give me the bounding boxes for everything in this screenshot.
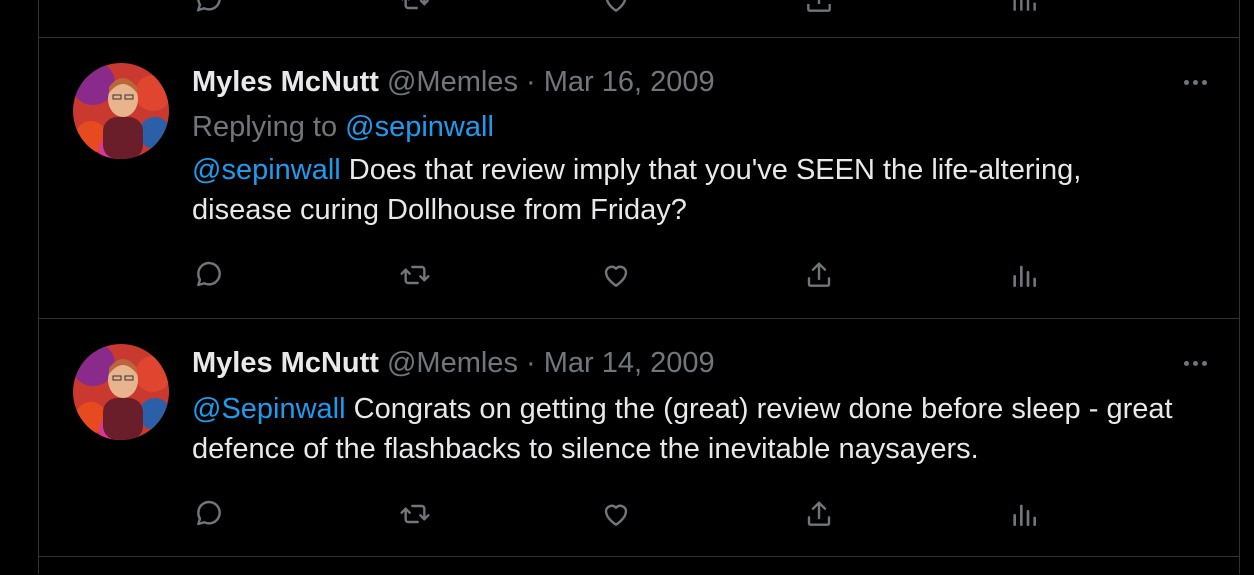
tweet-header: Myles McNutt @Memles · Mar 14, 2009 bbox=[192, 345, 715, 381]
more-icon[interactable] bbox=[1175, 348, 1215, 378]
share-icon[interactable] bbox=[799, 494, 839, 534]
display-name[interactable]: Myles McNutt bbox=[192, 66, 379, 98]
separator: · bbox=[526, 66, 536, 98]
separator: · bbox=[526, 347, 536, 379]
analytics-icon[interactable] bbox=[1004, 255, 1044, 295]
tweet-header: Myles McNutt @Memles · Mar 16, 2009 bbox=[192, 64, 715, 100]
tweet-date[interactable]: Mar 16, 2009 bbox=[544, 66, 715, 98]
analytics-icon[interactable] bbox=[1004, 0, 1044, 20]
tweet-actions bbox=[189, 255, 1089, 295]
timeline: Myles McNutt @Memles · Mar 16, 2009 Repl… bbox=[38, 0, 1240, 574]
handle[interactable]: @Memles bbox=[387, 347, 518, 379]
tweet-text: @sepinwall Does that review imply that y… bbox=[192, 150, 1222, 230]
tweet-text-line: defence of the flashbacks to silence the… bbox=[192, 433, 979, 465]
replying-to-label: Replying to bbox=[192, 111, 338, 143]
mention-link[interactable]: @sepinwall bbox=[192, 154, 341, 186]
heart-icon[interactable] bbox=[596, 494, 636, 534]
tweet-text-line: Congrats on getting the (great) review d… bbox=[345, 393, 1173, 425]
display-name[interactable]: Myles McNutt bbox=[192, 347, 379, 379]
replying-to: Replying to @sepinwall bbox=[192, 109, 494, 145]
tweet-date[interactable]: Mar 14, 2009 bbox=[544, 347, 715, 379]
tweet[interactable]: Myles McNutt @Memles · Mar 14, 2009 @Sep… bbox=[39, 318, 1239, 557]
reply-icon[interactable] bbox=[189, 0, 229, 20]
share-icon[interactable] bbox=[799, 255, 839, 295]
next-tweet bbox=[39, 556, 1239, 575]
replying-to-link[interactable]: @sepinwall bbox=[345, 111, 494, 143]
analytics-icon[interactable] bbox=[1004, 494, 1044, 534]
tweet-text-line: Does that review imply that you've SEEN … bbox=[340, 154, 1082, 186]
reply-icon[interactable] bbox=[189, 494, 229, 534]
tweet-text: @Sepinwall Congrats on getting the (grea… bbox=[192, 389, 1222, 469]
retweet-icon[interactable] bbox=[395, 255, 435, 295]
mention-link[interactable]: @Sepinwall bbox=[192, 393, 346, 425]
retweet-icon[interactable] bbox=[395, 494, 435, 534]
tweet-actions bbox=[189, 494, 1089, 534]
previous-tweet-actions bbox=[39, 0, 1239, 20]
avatar[interactable] bbox=[73, 63, 169, 159]
tweet-text-line: disease curing Dollhouse from Friday? bbox=[192, 194, 687, 226]
more-icon[interactable] bbox=[1175, 67, 1215, 97]
tweet[interactable]: Myles McNutt @Memles · Mar 16, 2009 Repl… bbox=[39, 37, 1239, 319]
retweet-icon[interactable] bbox=[395, 0, 435, 20]
heart-icon[interactable] bbox=[596, 0, 636, 20]
reply-icon[interactable] bbox=[189, 255, 229, 295]
share-icon[interactable] bbox=[799, 0, 839, 20]
avatar[interactable] bbox=[73, 344, 169, 440]
heart-icon[interactable] bbox=[596, 255, 636, 295]
handle[interactable]: @Memles bbox=[387, 66, 518, 98]
